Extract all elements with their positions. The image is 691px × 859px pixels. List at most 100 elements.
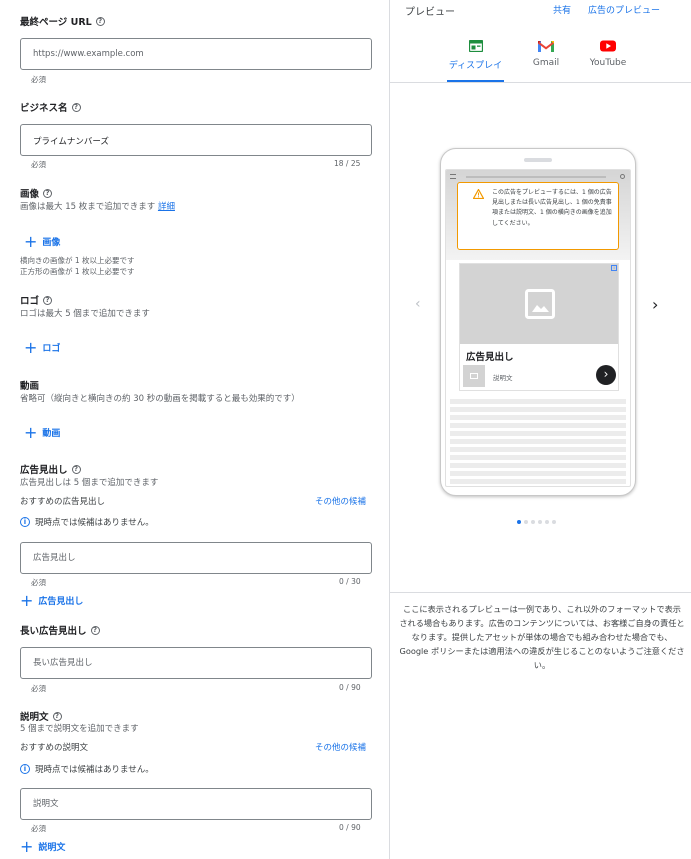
long-headline-field[interactable] bbox=[20, 647, 372, 679]
ad-description: 説明文 bbox=[493, 374, 513, 382]
plus-icon: + bbox=[24, 422, 38, 442]
logo-label: ロゴ? bbox=[20, 293, 53, 307]
final-url-field[interactable] bbox=[20, 38, 372, 70]
headline-info: i 現時点では候補はありません。 bbox=[20, 516, 154, 528]
help-icon[interactable]: ? bbox=[71, 102, 81, 112]
business-name-field[interactable]: プライムナンバーズ bbox=[20, 124, 372, 156]
headline-label: 広告見出し? bbox=[20, 462, 81, 476]
headline-required: 必須 bbox=[31, 578, 46, 587]
add-headline-button[interactable]: + 広告見出し bbox=[20, 590, 83, 610]
help-icon[interactable]: ? bbox=[43, 295, 53, 305]
plus-icon: + bbox=[24, 337, 38, 357]
ad-preview-link[interactable]: 広告のプレビュー bbox=[588, 3, 660, 16]
help-icon[interactable]: ? bbox=[43, 188, 53, 198]
plus-icon: + bbox=[20, 836, 34, 856]
images-detail-link[interactable]: 詳細 bbox=[158, 202, 175, 212]
logo-image-icon bbox=[470, 373, 478, 379]
share-link[interactable]: 共有 bbox=[553, 3, 571, 16]
tab-display[interactable]: ディスプレイ bbox=[447, 40, 504, 71]
carousel-dot[interactable] bbox=[531, 520, 535, 524]
add-image-button[interactable]: + 画像 bbox=[24, 231, 60, 251]
ad-card: i 広告見出し 説明文 › bbox=[459, 263, 619, 391]
warning-text: この広告をプレビューするには、1 個の広告見出しまたは長い広告見出し、1 個の免… bbox=[492, 189, 612, 227]
carousel-dots bbox=[517, 520, 556, 524]
carousel-dot[interactable] bbox=[552, 520, 556, 524]
info-icon: i bbox=[20, 764, 30, 774]
warning-box: この広告をプレビューするには、1 個の広告見出しまたは長い広告見出し、1 個の免… bbox=[457, 182, 619, 250]
images-desc: 画像は最大 15 枚まで追加できます 詳細 bbox=[20, 202, 175, 212]
gmail-icon bbox=[538, 41, 554, 52]
images-label: 画像? bbox=[20, 186, 53, 200]
youtube-icon bbox=[600, 40, 616, 52]
divider bbox=[390, 592, 691, 593]
headline-other-candidates-link[interactable]: その他の候補 bbox=[315, 495, 366, 507]
search-icon bbox=[620, 174, 625, 179]
phone-screen: この広告をプレビューするには、1 個の広告見出しまたは長い広告見出し、1 個の免… bbox=[445, 169, 631, 487]
help-icon[interactable]: ? bbox=[71, 464, 81, 474]
ad-image-placeholder: i bbox=[460, 264, 618, 344]
long-headline-input[interactable] bbox=[21, 648, 371, 678]
video-desc: 省略可（縦向きと横向きの約 30 秒の動画を掲載すると最も効果的です） bbox=[20, 394, 300, 404]
ad-logo-placeholder bbox=[463, 365, 485, 387]
business-name-value[interactable]: プライムナンバーズ bbox=[33, 135, 109, 147]
plus-icon: + bbox=[24, 231, 38, 251]
business-name-counter: 18 / 25 bbox=[334, 159, 361, 168]
headline-input[interactable] bbox=[21, 543, 371, 573]
ad-arrow-button: › bbox=[596, 365, 616, 385]
ad-headline: 広告見出し bbox=[466, 352, 514, 363]
headline-field[interactable] bbox=[20, 542, 372, 574]
logo-desc: ロゴは最大 5 個まで追加できます bbox=[20, 309, 150, 319]
long-headline-counter: 0 / 90 bbox=[339, 683, 361, 692]
images-note-square: 正方形の画像が 1 枚以上必要です bbox=[20, 267, 135, 276]
tab-youtube[interactable]: YouTube bbox=[586, 40, 630, 68]
description-counter: 0 / 90 bbox=[339, 823, 361, 832]
preview-title: プレビュー bbox=[405, 7, 455, 18]
phone-mockup: この広告をプレビューするには、1 個の広告見出しまたは長い広告見出し、1 個の免… bbox=[440, 148, 636, 496]
long-headline-label: 長い広告見出し? bbox=[20, 623, 100, 637]
business-name-required: 必須 bbox=[31, 160, 46, 169]
images-note-landscape: 横向きの画像が 1 枚以上必要です bbox=[20, 256, 135, 265]
headline-desc: 広告見出しは 5 個まで追加できます bbox=[20, 478, 159, 488]
video-label: 動画 bbox=[20, 381, 40, 392]
chevron-right-icon[interactable]: › bbox=[652, 295, 658, 314]
image-icon bbox=[525, 289, 555, 319]
help-icon[interactable]: ? bbox=[95, 16, 105, 26]
description-recommend-label: おすすめの説明文 bbox=[20, 743, 89, 753]
description-input[interactable] bbox=[21, 789, 371, 819]
chevron-left-icon[interactable]: ‹ bbox=[415, 296, 421, 312]
phone-speaker bbox=[524, 158, 552, 162]
add-description-button[interactable]: + 説明文 bbox=[20, 836, 65, 856]
help-icon[interactable]: ? bbox=[52, 711, 62, 721]
headline-recommend-label: おすすめの広告見出し bbox=[20, 497, 106, 507]
plus-icon: + bbox=[20, 590, 34, 610]
menu-icon bbox=[450, 174, 456, 179]
carousel-dot[interactable] bbox=[538, 520, 542, 524]
help-icon[interactable]: ? bbox=[90, 625, 100, 635]
ad-form: 最終ページ URL? 必須 ビジネス名? プライムナンバーズ 必須 18 / 2… bbox=[0, 0, 389, 859]
display-icon bbox=[468, 40, 483, 52]
tab-gmail[interactable]: Gmail bbox=[526, 40, 566, 68]
preview-disclaimer: ここに表示されるプレビューは一例であり、これ以外のフォーマットで表示される場合も… bbox=[399, 604, 685, 670]
adchoices-icon: i bbox=[611, 265, 617, 271]
final-url-input[interactable] bbox=[21, 39, 371, 69]
address-bar bbox=[466, 176, 606, 178]
final-url-required: 必須 bbox=[31, 75, 46, 84]
carousel-dot[interactable] bbox=[524, 520, 528, 524]
preview-panel: プレビュー 共有 広告のプレビュー ディスプレイ Gmail YouTube ‹ bbox=[389, 0, 691, 859]
description-label: 説明文? bbox=[20, 709, 62, 723]
placeholder-lines bbox=[450, 399, 626, 486]
carousel-dot-active[interactable] bbox=[517, 520, 521, 524]
info-icon: i bbox=[20, 517, 30, 527]
carousel-dot[interactable] bbox=[545, 520, 549, 524]
description-other-candidates-link[interactable]: その他の候補 bbox=[315, 741, 366, 753]
add-logo-button[interactable]: + ロゴ bbox=[24, 337, 60, 357]
description-field[interactable] bbox=[20, 788, 372, 820]
description-info: i 現時点では候補はありません。 bbox=[20, 763, 154, 775]
warning-icon bbox=[473, 189, 484, 199]
final-url-label: 最終ページ URL? bbox=[20, 14, 105, 28]
description-desc: 5 個まで説明文を追加できます bbox=[20, 724, 139, 734]
long-headline-required: 必須 bbox=[31, 684, 46, 693]
add-video-button[interactable]: + 動画 bbox=[24, 422, 60, 442]
business-name-label: ビジネス名? bbox=[20, 100, 81, 114]
headline-counter: 0 / 30 bbox=[339, 577, 361, 586]
